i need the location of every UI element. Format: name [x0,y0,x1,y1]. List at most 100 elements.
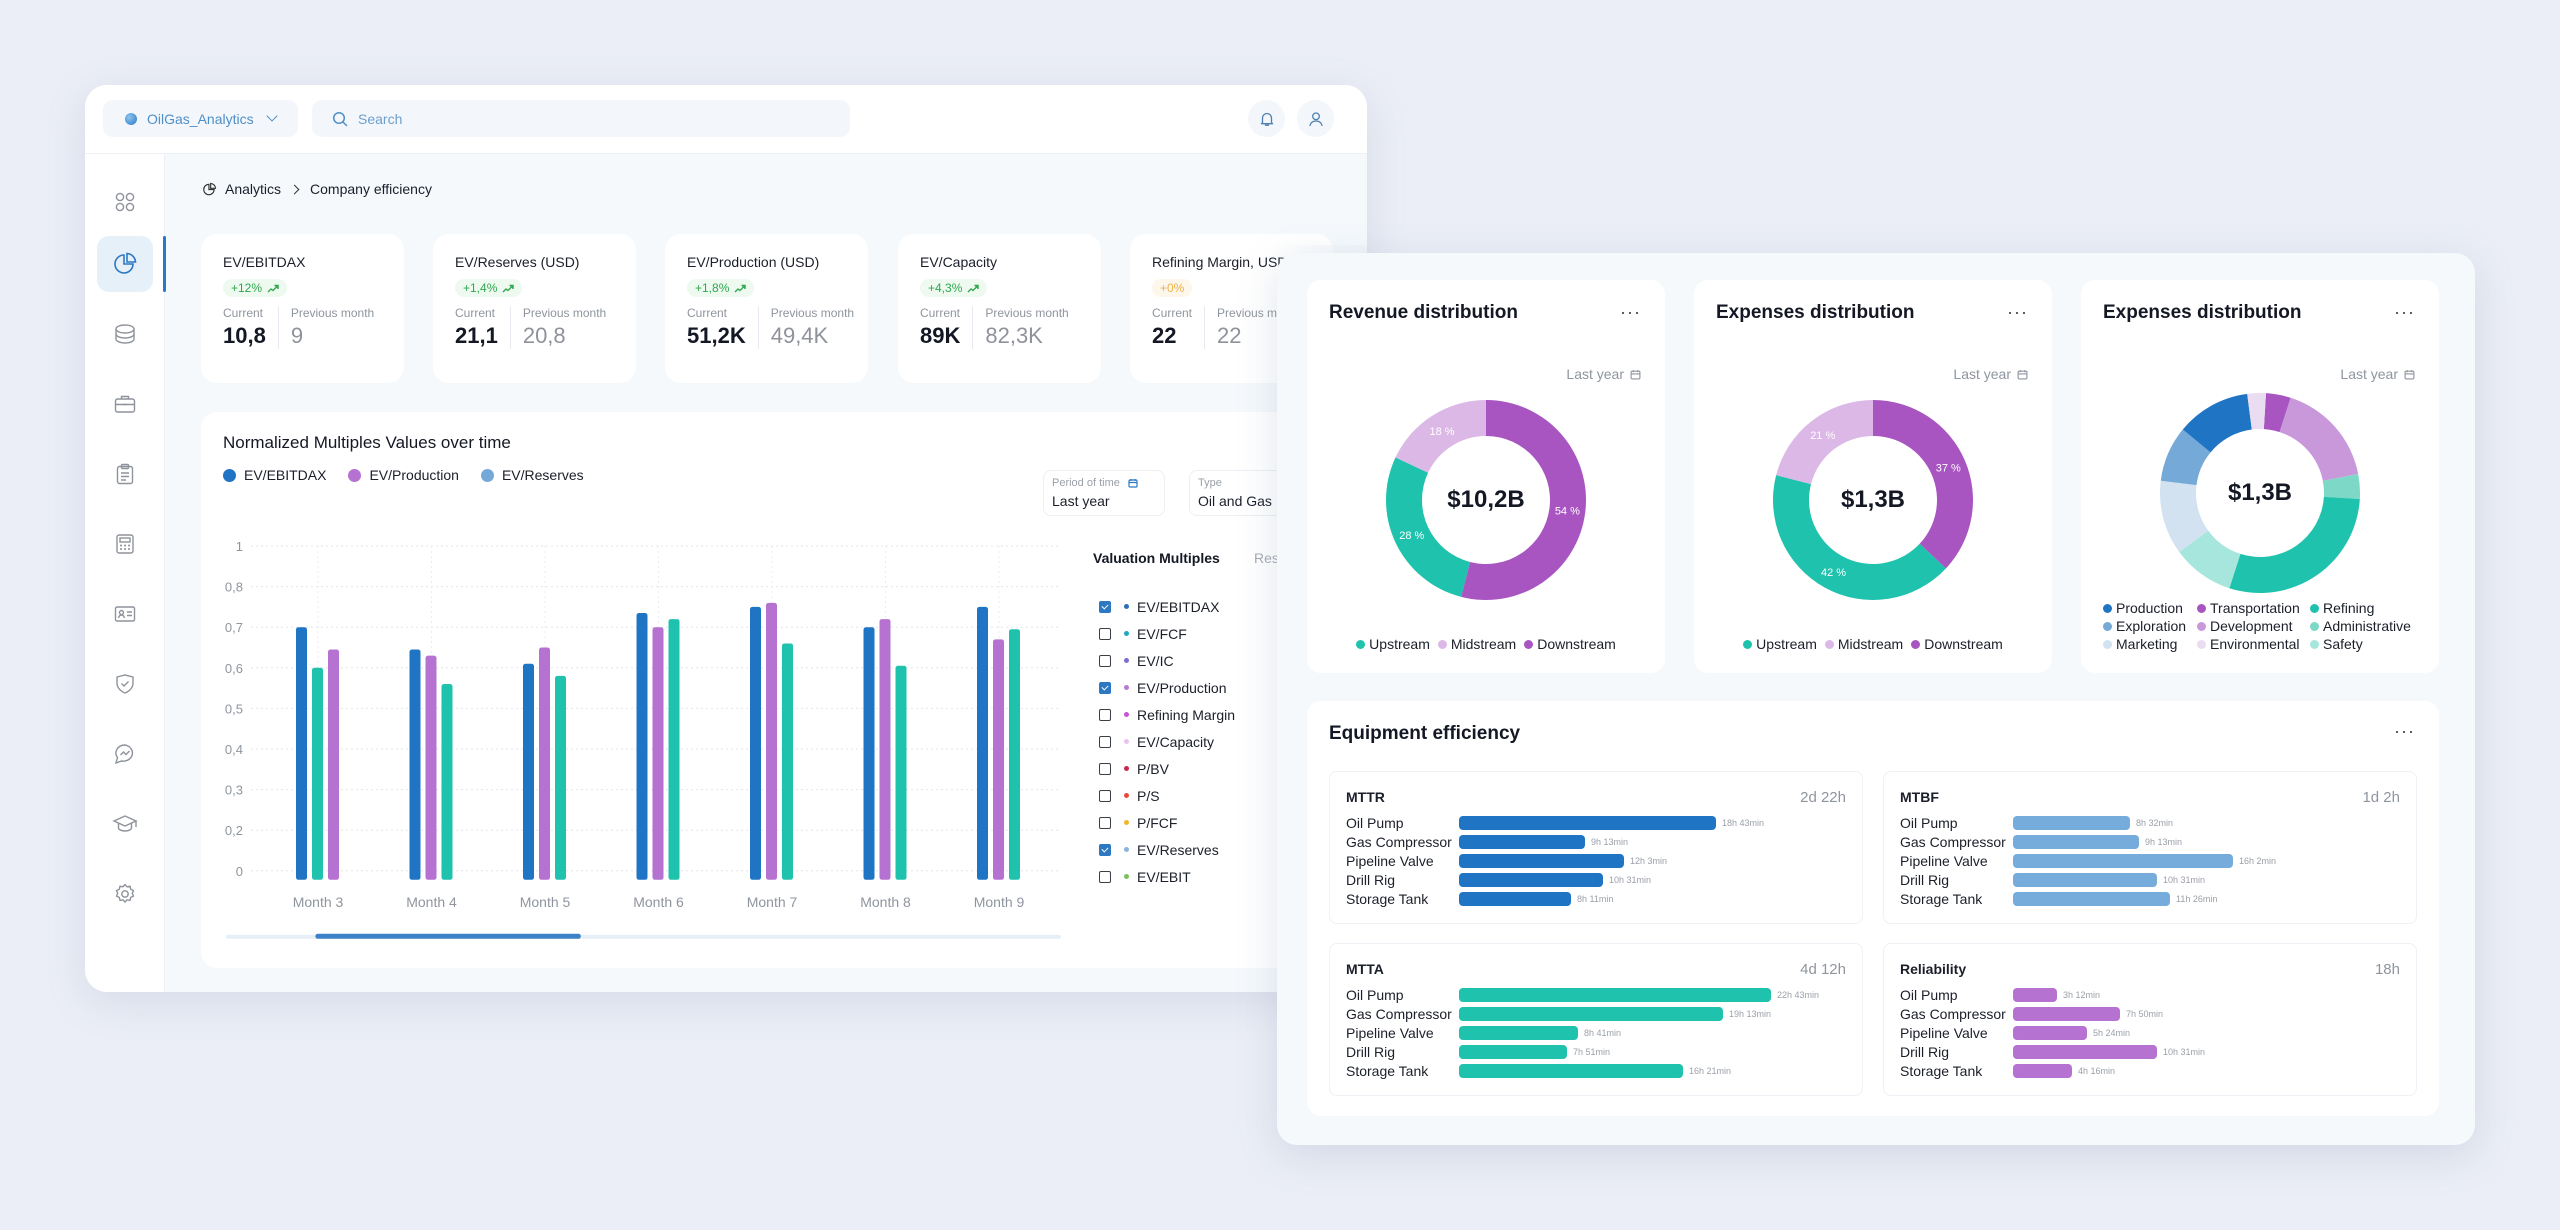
bar-ev-reserves[interactable] [1009,629,1020,880]
duration-bar[interactable] [1459,1044,1567,1059]
duration-bar[interactable] [1459,872,1603,887]
tab-reserves[interactable]: Res [1254,550,1279,566]
more-options-button[interactable]: ··· [2007,302,2028,323]
slice-upstream[interactable] [1386,457,1471,597]
multiple-option[interactable]: P/FCF [1099,809,1235,836]
bar-ev-production[interactable] [766,602,777,880]
bar-ev-reserves[interactable] [668,619,680,880]
period-selector[interactable]: Last year [2340,366,2415,382]
bar-ev-ebitdax[interactable] [977,606,988,880]
duration-bar[interactable] [2013,834,2139,849]
bar-ev-production[interactable] [328,649,339,880]
bar-ev-production[interactable] [993,639,1004,880]
scrollbar-thumb[interactable] [315,933,581,939]
profile-button[interactable] [1297,100,1334,137]
notifications-button[interactable] [1248,100,1285,137]
sidebar-item-messages[interactable] [97,726,153,782]
multiple-option[interactable]: Refining Margin [1099,701,1235,728]
checkbox[interactable] [1099,735,1111,748]
bar-ev-reserves[interactable] [782,643,793,880]
tab-valuation-multiples[interactable]: Valuation Multiples [1093,550,1220,566]
duration-bar[interactable] [2013,1025,2087,1040]
sidebar-item-learning[interactable] [97,796,153,852]
bar-ev-reserves[interactable] [895,665,907,880]
checkbox[interactable] [1099,843,1111,856]
search-input[interactable] [358,110,758,127]
checkbox[interactable] [1099,600,1111,613]
sidebar-item-portfolio[interactable] [97,376,153,432]
checkbox[interactable] [1099,816,1111,829]
slice-development[interactable] [2279,397,2359,481]
sidebar-item-contacts[interactable] [97,586,153,642]
bar-ev-production[interactable] [879,619,891,880]
bar-ev-production[interactable] [652,627,664,880]
duration-bar[interactable] [1459,834,1585,849]
multiple-option[interactable]: P/S [1099,782,1235,809]
duration-bar[interactable] [2013,872,2157,887]
sidebar-item-analytics[interactable] [97,236,153,292]
bar-ev-reserves[interactable] [441,684,453,880]
period-selector[interactable]: Last year [1566,366,1641,382]
duration-bar[interactable] [1459,815,1716,830]
bar-ev-reserves[interactable] [555,675,566,880]
breadcrumb-analytics[interactable]: Analytics [225,181,281,197]
kpi-card[interactable]: EV/Reserves (USD) +1,4% Current 21,1 Prev… [433,234,636,383]
sidebar-item-dashboard[interactable] [97,174,153,230]
duration-bar[interactable] [1459,987,1771,1002]
duration-bar[interactable] [1459,1006,1723,1021]
duration-bar[interactable] [1459,853,1624,868]
duration-bar[interactable] [2013,853,2233,868]
kpi-card[interactable]: EV/Capacity +4,3% Current 89K Previous mo… [898,234,1101,383]
more-options-button[interactable]: ··· [1620,302,1641,323]
more-options-button[interactable]: ··· [2394,721,2415,742]
multiple-option[interactable]: P/BV [1099,755,1235,782]
more-options-button[interactable]: ··· [2394,302,2415,323]
duration-bar[interactable] [2013,1006,2120,1021]
duration-bar[interactable] [2013,987,2057,1002]
slice-upstream[interactable] [1773,475,1946,600]
sidebar-item-database[interactable] [97,306,153,362]
duration-bar[interactable] [1459,891,1571,906]
checkbox[interactable] [1099,789,1111,802]
duration-bar[interactable] [2013,815,2130,830]
sidebar-item-calculator[interactable] [97,516,153,572]
sidebar-item-security[interactable] [97,656,153,712]
bar-ev-production[interactable] [539,647,550,880]
kpi-card[interactable]: EV/Production (USD) +1,8% Current 51,2K P… [665,234,868,383]
multiple-option[interactable]: EV/Capacity [1099,728,1235,755]
sidebar-item-reports[interactable] [97,446,153,502]
multiple-option[interactable]: EV/FCF [1099,620,1235,647]
checkbox[interactable] [1099,627,1111,640]
slice-refining[interactable] [2229,496,2360,593]
duration-bar[interactable] [1459,1025,1578,1040]
duration-bar[interactable] [2013,1063,2072,1078]
multiple-option[interactable]: EV/Reserves [1099,836,1235,863]
bar-ev-ebitdax[interactable] [523,663,534,880]
multiple-option[interactable]: EV/EBIT [1099,863,1235,890]
workspace-switcher[interactable]: OilGas_Analytics [103,100,298,137]
multiple-option[interactable]: EV/Production [1099,674,1235,701]
sidebar-item-settings[interactable] [97,866,153,922]
bar-ev-ebitdax[interactable] [296,627,307,880]
duration-bar[interactable] [1459,1063,1683,1078]
bar-ev-ebitdax[interactable] [863,627,875,880]
checkbox[interactable] [1099,654,1111,667]
period-selector[interactable]: Last year [1953,366,2028,382]
duration-bar[interactable] [2013,1044,2157,1059]
bar-ev-production[interactable] [425,655,437,880]
checkbox[interactable] [1099,870,1111,883]
bar-ev-ebitdax[interactable] [636,612,648,880]
duration-bar[interactable] [2013,891,2170,906]
bar-ev-reserves[interactable] [312,667,323,880]
multiple-option[interactable]: EV/IC [1099,647,1235,674]
kpi-card[interactable]: EV/EBITDAX +12% Current 10,8 Previous mon… [201,234,404,383]
checkbox[interactable] [1099,762,1111,775]
period-filter[interactable]: Period of time Last year [1043,470,1165,516]
checkbox[interactable] [1099,681,1111,694]
bar-ev-ebitdax[interactable] [409,649,421,880]
slice-downstream[interactable] [1873,400,1973,569]
multiple-option[interactable]: EV/EBITDAX [1099,593,1235,620]
checkbox[interactable] [1099,708,1111,721]
bar-ev-ebitdax[interactable] [750,606,761,880]
search-box[interactable] [312,100,850,137]
